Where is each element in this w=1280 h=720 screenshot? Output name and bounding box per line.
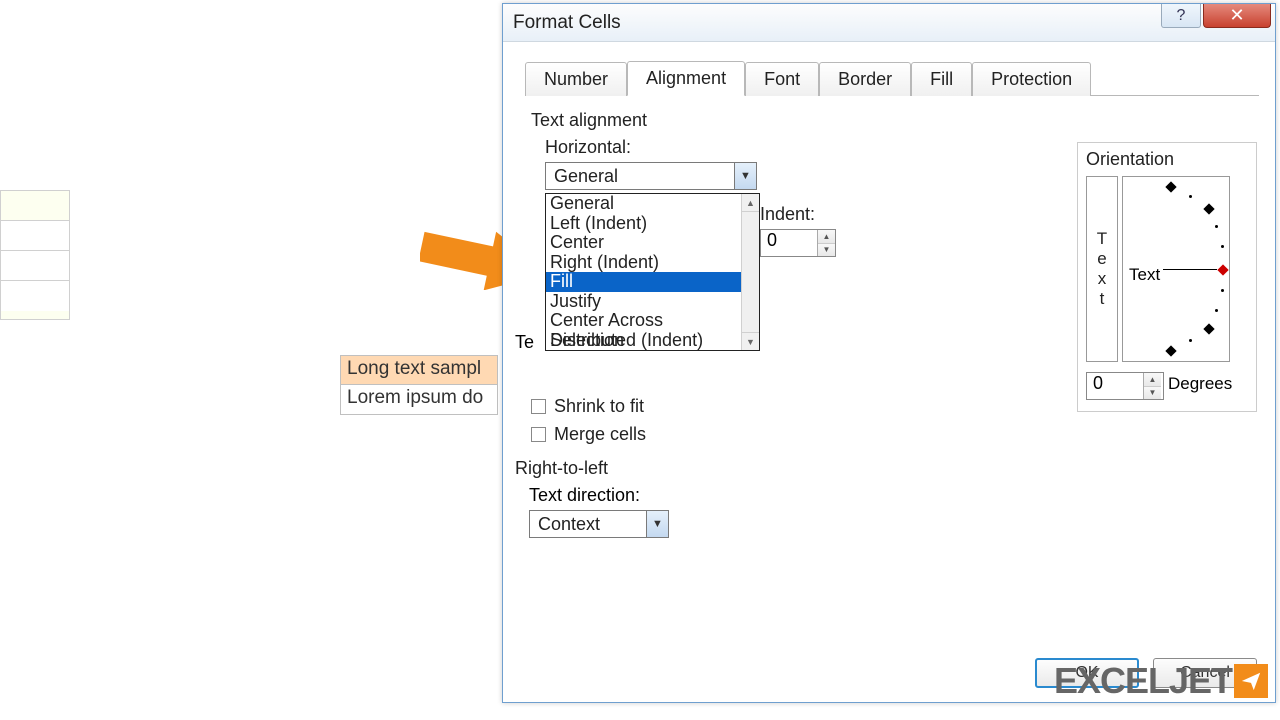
scroll-down-icon[interactable]: ▼ [742,332,759,350]
indent-group: Indent: 0 ▲ ▼ [760,204,836,257]
option-distributed[interactable]: Distributed (Indent) [546,331,741,351]
shrink-label: Shrink to fit [554,396,644,417]
text-alignment-label: Text alignment [531,110,1259,131]
text-control-partial: Te [515,332,534,353]
tab-number[interactable]: Number [525,62,627,96]
horizontal-dropdown-list[interactable]: General Left (Indent) Center Right (Inde… [545,193,760,351]
indent-label: Indent: [760,204,836,225]
degrees-value: 0 [1087,373,1143,399]
shrink-checkbox[interactable] [531,399,546,414]
tab-alignment[interactable]: Alignment [627,61,745,96]
orientation-indicator-line [1163,269,1217,270]
tab-protection[interactable]: Protection [972,62,1091,96]
orientation-dial[interactable]: Text [1122,176,1230,362]
dialog-titlebar[interactable]: Format Cells ? ✕ [503,4,1275,42]
option-general[interactable]: General [546,194,741,214]
sheet-row-headers [0,190,70,320]
orientation-vertical-button[interactable]: T e x t [1086,176,1118,362]
spinner-down-icon[interactable]: ▼ [1144,387,1161,400]
chevron-down-icon[interactable]: ▼ [734,163,756,189]
orientation-label: Orientation [1086,149,1248,170]
text-direction-label: Text direction: [529,485,1023,506]
option-fill[interactable]: Fill [546,272,741,292]
format-cells-dialog: Format Cells ? ✕ Number Alignment Font B… [502,3,1276,703]
orientation-dial-text: Text [1129,265,1160,285]
indent-value: 0 [761,230,817,256]
dropdown-scrollbar[interactable]: ▲ ▼ [741,194,759,350]
cancel-button[interactable]: Cancel [1153,658,1257,688]
orientation-group: Orientation T e x t Text [1077,142,1257,412]
sample-cell-1[interactable]: Long text sampl [340,355,498,385]
sample-cells: Long text sampl Lorem ipsum do [340,355,498,415]
help-icon: ? [1177,7,1186,25]
tab-fill[interactable]: Fill [911,62,972,96]
spinner-up-icon[interactable]: ▲ [818,230,835,244]
tab-border[interactable]: Border [819,62,911,96]
degrees-spinner[interactable]: 0 ▲ ▼ [1086,372,1164,400]
option-justify[interactable]: Justify [546,292,741,312]
dialog-tabs: Number Alignment Font Border Fill Protec… [525,62,1259,96]
option-center-across[interactable]: Center Across Selection [546,311,741,331]
merge-label: Merge cells [554,424,646,445]
spinner-up-icon[interactable]: ▲ [1144,373,1161,387]
sample-cell-2[interactable]: Lorem ipsum do [340,385,498,415]
ok-button[interactable]: OK [1035,658,1139,688]
merge-checkbox[interactable] [531,427,546,442]
dialog-buttons: OK Cancel [1035,658,1257,688]
indent-spinner[interactable]: 0 ▲ ▼ [760,229,836,257]
option-left-indent[interactable]: Left (Indent) [546,214,741,234]
text-direction-value: Context [530,514,646,535]
horizontal-combo[interactable]: General ▼ [545,162,757,190]
help-button[interactable]: ? [1161,4,1201,28]
spinner-down-icon[interactable]: ▼ [818,244,835,257]
shrink-to-fit-row[interactable]: Shrink to fit [531,392,1023,420]
option-right-indent[interactable]: Right (Indent) [546,253,741,273]
orientation-current-diamond [1217,264,1228,275]
scroll-up-icon[interactable]: ▲ [742,194,759,212]
horizontal-combo-value: General [546,166,734,187]
merge-cells-row[interactable]: Merge cells [531,420,1023,448]
option-center[interactable]: Center [546,233,741,253]
tab-font[interactable]: Font [745,62,819,96]
degrees-label: Degrees [1168,374,1232,394]
close-icon: ✕ [1229,5,1244,26]
dialog-title: Format Cells [513,12,621,34]
chevron-down-icon[interactable]: ▼ [646,511,668,537]
close-button[interactable]: ✕ [1203,4,1271,28]
right-to-left-label: Right-to-left [515,458,1023,479]
text-direction-combo[interactable]: Context ▼ [529,510,669,538]
